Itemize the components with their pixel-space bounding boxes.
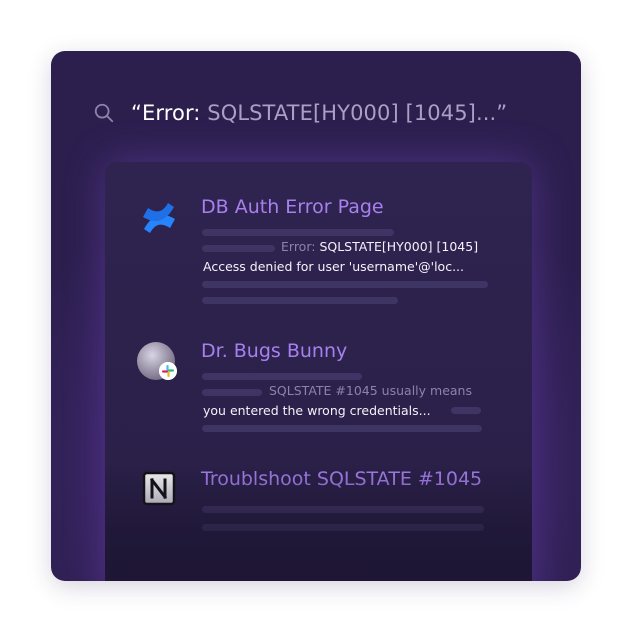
search-bar[interactable]: “Error: SQLSTATE[HY000] [1045]...” [93, 95, 507, 131]
skeleton-line [202, 506, 484, 513]
slack-icon [159, 362, 177, 380]
result-snippet-line-1: SQLSTATE #1045 usually means [269, 383, 472, 398]
result-snippet-line-2: Access denied for user 'username'@'loc..… [203, 259, 464, 274]
result-title[interactable]: Dr. Bugs Bunny [201, 340, 347, 362]
skeleton-line [202, 229, 394, 236]
skeleton-line [202, 373, 362, 380]
result-snippet-line-2: you entered the wrong credentials... [203, 403, 431, 418]
result-snippet-line-1: Error: SQLSTATE[HY000] [1045] [281, 239, 479, 254]
results-panel: DB Auth Error Page Error: SQLSTATE[HY000… [105, 162, 532, 581]
notion-icon [142, 471, 176, 506]
search-icon [94, 103, 114, 123]
result-title[interactable]: Troublshoot SQLSTATE #1045 [201, 468, 482, 490]
search-query[interactable]: “Error: SQLSTATE[HY000] [1045]...” [131, 101, 507, 125]
slack-avatar-icon [137, 340, 181, 384]
skeleton-line [202, 245, 275, 252]
query-rest: SQLSTATE[HY000] [1045]...” [200, 101, 508, 125]
skeleton-line [451, 407, 481, 414]
confluence-icon [143, 203, 175, 233]
skeleton-line [202, 389, 262, 396]
search-card: “Error: SQLSTATE[HY000] [1045]...” DB Au… [51, 51, 581, 581]
skeleton-line [202, 524, 484, 531]
result-title[interactable]: DB Auth Error Page [201, 196, 384, 218]
skeleton-line [202, 281, 488, 288]
skeleton-line [202, 297, 398, 304]
query-strong: Error: [141, 101, 201, 125]
query-open-quote: “ [131, 101, 142, 125]
skeleton-line [202, 425, 482, 432]
